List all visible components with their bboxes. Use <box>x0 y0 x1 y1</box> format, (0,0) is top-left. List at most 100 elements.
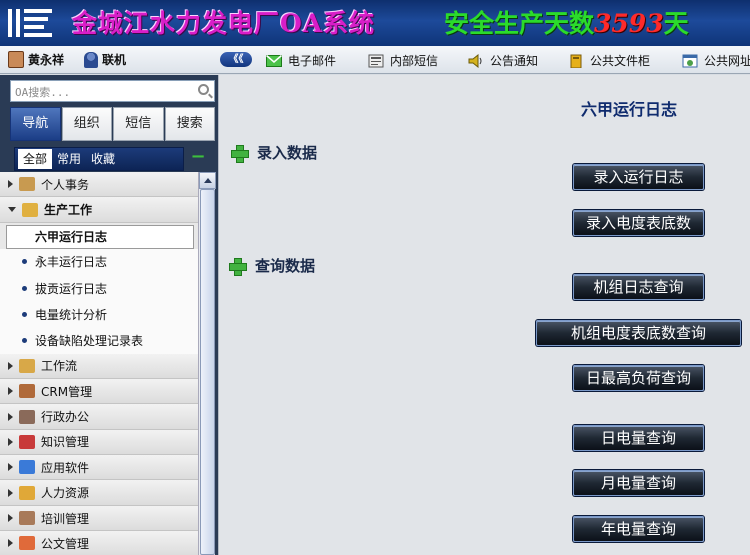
document-icon <box>19 536 35 551</box>
yearly-power-query-button[interactable]: 年电量查询 <box>573 516 704 542</box>
tree-item-label: 行政办公 <box>41 410 90 424</box>
tree-item-hr[interactable]: 人力资源 <box>0 480 198 506</box>
main-content: 六甲运行日志 录入数据 查询数据 录入运行日志 录入电度表底数 机组日志查询 机… <box>218 75 750 555</box>
toolbar-email[interactable]: 电子邮件 <box>266 52 336 69</box>
subtab-all[interactable]: 全部 <box>18 149 53 169</box>
toolbar-sms[interactable]: 内部短信 <box>368 52 438 69</box>
tree-item-personal[interactable]: 个人事务 <box>0 172 198 198</box>
tab-navigation[interactable]: 导航 <box>10 107 61 141</box>
safety-days-counter: 安全生产天数3593天 <box>444 4 689 40</box>
web-icon <box>682 54 698 67</box>
tree-item-label: 应用软件 <box>41 460 90 475</box>
tree-item-training[interactable]: 培训管理 <box>0 505 198 532</box>
avatar <box>8 51 24 68</box>
nav-tree: 个人事务 生产工作 六甲运行日志 永丰运行日志 拔贡运行日志 电量统计分析 设备… <box>0 172 198 555</box>
bullet-icon <box>22 311 27 317</box>
tab-search[interactable]: 搜索 <box>164 107 215 141</box>
toolbar-notice[interactable]: 公告通知 <box>468 52 538 69</box>
daily-peak-load-query-button[interactable]: 日最高负荷查询 <box>573 365 704 391</box>
tree-item-label: 生产工作 <box>44 203 93 218</box>
unit-meter-query-button[interactable]: 机组电度表底数查询 <box>536 320 741 346</box>
unit-log-query-button[interactable]: 机组日志查询 <box>573 274 704 300</box>
tree-item-label: 个人事务 <box>41 177 90 192</box>
bullet-icon <box>22 285 27 291</box>
computer-icon <box>19 460 35 475</box>
section-data-entry-label: 录入数据 <box>257 144 318 162</box>
tree-item-label: 公文管理 <box>41 536 90 551</box>
subtab-common[interactable]: 常用 <box>52 149 86 169</box>
training-icon <box>19 511 35 526</box>
tree-item-label: 人力资源 <box>41 486 90 501</box>
user-status-icon <box>84 51 98 68</box>
tree-item-crm[interactable]: CRM管理 <box>0 378 198 405</box>
sidebar-subtabs: 全部 常用 收藏 <box>14 147 184 171</box>
plus-icon[interactable] <box>229 257 247 276</box>
tree-item-label: 培训管理 <box>41 511 90 526</box>
system-title: 金城江水力发电厂OA系统 <box>72 9 376 38</box>
logo-icon <box>8 9 52 37</box>
tree-scrollbar[interactable] <box>198 172 216 555</box>
toolbar-web-label: 公共网址 <box>704 54 750 68</box>
bullet-icon <box>22 337 27 343</box>
user-name: 黄永祥 <box>28 53 65 67</box>
oa-search-input[interactable]: OA搜索... <box>10 80 215 102</box>
search-icon[interactable] <box>198 84 209 95</box>
sidebar: OA搜索... 导航 组织 短信 搜索 全部 常用 收藏 − 个人事务 生产工作… <box>0 75 218 555</box>
tree-leaf-bagong-log[interactable]: 拔贡运行日志 <box>0 274 198 302</box>
enter-meter-reading-button[interactable]: 录入电度表底数 <box>573 210 704 236</box>
search-placeholder: OA搜索... <box>15 86 71 99</box>
safety-unit: 天 <box>663 9 689 38</box>
person-icon <box>19 177 35 192</box>
mail-icon <box>266 54 282 67</box>
scrollbar-thumb[interactable] <box>200 189 215 555</box>
status-label: 联机 <box>102 53 127 67</box>
sms-icon <box>368 54 384 67</box>
subtab-favorites[interactable]: 收藏 <box>86 149 120 169</box>
current-user[interactable]: 黄永祥 <box>8 51 64 68</box>
tree-item-documents[interactable]: 公文管理 <box>0 531 198 555</box>
scroll-up-icon[interactable] <box>199 172 216 189</box>
monthly-power-query-button[interactable]: 月电量查询 <box>573 470 704 496</box>
admin-icon <box>19 409 35 424</box>
toolbar-file-cabinet[interactable]: 公共文件柜 <box>568 52 650 69</box>
section-data-entry: 录入数据 <box>231 142 317 163</box>
tree-leaf-power-stats[interactable]: 电量统计分析 <box>0 301 198 328</box>
expand-arrow-icon <box>8 488 13 497</box>
expand-arrow-icon <box>8 387 13 396</box>
tree-leaf-liujia-log[interactable]: 六甲运行日志 <box>6 224 194 249</box>
hr-icon <box>19 485 35 500</box>
tree-item-workflow[interactable]: 工作流 <box>0 353 198 379</box>
page-title: 六甲运行日志 <box>581 100 678 119</box>
toolbar-sms-label: 内部短信 <box>390 54 439 68</box>
bullet-icon <box>22 259 27 265</box>
tree-item-admin[interactable]: 行政办公 <box>0 404 198 430</box>
enter-run-log-button[interactable]: 录入运行日志 <box>573 164 704 190</box>
tree-item-production[interactable]: 生产工作 <box>0 197 198 223</box>
tree-leaf-label: 永丰运行日志 <box>35 255 108 270</box>
collapse-all-button[interactable]: − <box>190 148 206 167</box>
tab-messages[interactable]: 短信 <box>113 107 164 141</box>
toolbar-email-label: 电子邮件 <box>288 54 337 68</box>
folder-icon <box>570 54 582 68</box>
tree-item-label: 知识管理 <box>41 435 90 450</box>
daily-power-query-button[interactable]: 日电量查询 <box>573 425 704 451</box>
collapse-arrow-icon <box>8 207 16 213</box>
section-data-query-label: 查询数据 <box>255 257 316 275</box>
tree-leaf-yongfeng-log[interactable]: 永丰运行日志 <box>0 248 198 275</box>
expand-arrow-icon <box>8 437 13 446</box>
tree-leaf-defect-records[interactable]: 设备缺陷处理记录表 <box>0 327 198 354</box>
header-banner: 金城江水力发电厂OA系统 安全生产天数3593天 <box>0 0 750 46</box>
collapse-sidebar-button[interactable]: 《《 <box>220 52 252 67</box>
online-status[interactable]: 联机 <box>84 51 126 68</box>
tree-item-software[interactable]: 应用软件 <box>0 455 198 481</box>
tree-item-label: 工作流 <box>41 359 78 374</box>
production-icon <box>22 202 38 217</box>
tree-item-knowledge[interactable]: 知识管理 <box>0 429 198 456</box>
toolbar-web[interactable]: 公共网址 <box>682 52 750 69</box>
plus-icon[interactable] <box>231 144 249 163</box>
toolbar-file-cabinet-label: 公共文件柜 <box>590 54 651 68</box>
tab-organization[interactable]: 组织 <box>61 107 112 141</box>
toolbar-notice-label: 公告通知 <box>490 54 539 68</box>
expand-arrow-icon <box>8 463 13 472</box>
speaker-icon <box>468 53 482 68</box>
